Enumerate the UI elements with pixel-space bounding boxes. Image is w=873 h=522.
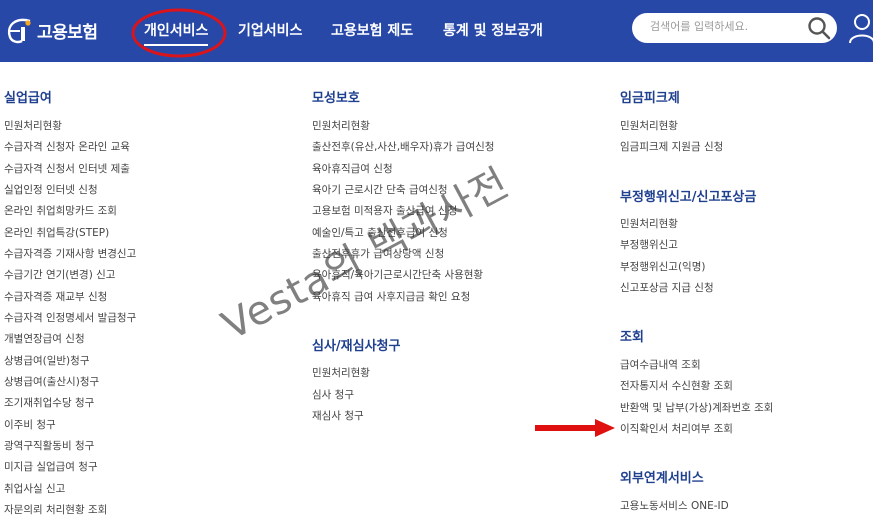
menu-link[interactable]: 예술인/특고 출산전후급여 신청 — [312, 225, 448, 240]
menu-link[interactable]: 고용노동서비스 ONE-ID — [620, 498, 729, 513]
menu-link[interactable]: 자문의뢰 처리현황 조회 — [4, 502, 107, 517]
logo[interactable]: 고용보험 — [4, 12, 98, 48]
section-title-external[interactable]: 외부연계서비스 — [620, 467, 704, 486]
menu-link[interactable]: 수급자격 신청서 인터넷 제출 — [4, 161, 130, 176]
menu-link[interactable]: 민원처리현황 — [312, 118, 370, 133]
search-input[interactable] — [650, 20, 800, 33]
menu-link[interactable]: 신고포상금 지급 신청 — [620, 280, 714, 295]
menu-link[interactable]: 출산전후휴가 급여상당액 신청 — [312, 246, 444, 261]
menu-link[interactable]: 심사 청구 — [312, 387, 354, 402]
menu-link[interactable]: 육아휴직급여 신청 — [312, 161, 393, 176]
menu-link[interactable]: 상병급여(출산시)청구 — [4, 374, 99, 389]
menu-link[interactable]: 수급자격증 기재사항 변경신고 — [4, 246, 136, 261]
menu-link[interactable]: 온라인 취업특강(STEP) — [4, 225, 109, 240]
menu-link[interactable]: 민원처리현황 — [312, 365, 370, 380]
nav-insurance-system[interactable]: 고용보험 제도 — [331, 20, 413, 40]
section-title-inquiry[interactable]: 조회 — [620, 326, 644, 345]
menu-link[interactable]: 육아휴직/육아기근로시간단축 사용현황 — [312, 267, 483, 282]
menu-link[interactable]: 반환액 및 납부(가상)계좌번호 조회 — [620, 400, 773, 415]
menu-link[interactable]: 온라인 취업희망카드 조회 — [4, 203, 117, 218]
section-title-appeal[interactable]: 심사/재심사청구 — [312, 335, 400, 354]
section-title-wage-peak[interactable]: 임금피크제 — [620, 87, 680, 106]
menu-link[interactable]: 급여수급내역 조회 — [620, 357, 701, 372]
menu-link[interactable]: 전자통지서 수신현황 조회 — [620, 378, 733, 393]
top-header: 고용보험 개인서비스 기업서비스 고용보험 제도 통계 및 정보공개 — [0, 0, 873, 62]
menu-link[interactable]: 민원처리현황 — [4, 118, 62, 133]
menu-link[interactable]: 임금피크제 지원금 신청 — [620, 139, 723, 154]
search-icon[interactable] — [806, 15, 832, 41]
menu-link[interactable]: 미지급 실업급여 청구 — [4, 459, 98, 474]
menu-link[interactable]: 개별연장급여 신청 — [4, 331, 85, 346]
section-title-fraud-report[interactable]: 부정행위신고/신고포상금 — [620, 186, 756, 205]
red-highlight-ellipse — [131, 8, 227, 58]
ei-logo-icon — [4, 15, 34, 45]
menu-link[interactable]: 조기재취업수당 청구 — [4, 395, 94, 410]
menu-link[interactable]: 광역구직활동비 청구 — [4, 438, 94, 453]
menu-link[interactable]: 민원처리현황 — [620, 216, 678, 231]
menu-link[interactable]: 부정행위신고 — [620, 237, 678, 252]
nav-statistics[interactable]: 통계 및 정보공개 — [443, 20, 543, 40]
menu-link[interactable]: 민원처리현황 — [620, 118, 678, 133]
menu-link[interactable]: 수급자격증 재교부 신청 — [4, 289, 107, 304]
menu-link[interactable]: 실업인정 인터넷 신청 — [4, 182, 98, 197]
menu-link[interactable]: 상병급여(일반)청구 — [4, 353, 89, 368]
menu-link[interactable]: 육아기 근로시간 단축 급여신청 — [312, 182, 448, 197]
menu-link[interactable]: 취업사실 신고 — [4, 481, 65, 496]
user-icon[interactable] — [848, 12, 873, 44]
menu-link[interactable]: 육아휴직 급여 사후지급금 확인 요청 — [312, 289, 470, 304]
menu-link[interactable]: 부정행위신고(익명) — [620, 259, 705, 274]
section-title-maternity[interactable]: 모성보호 — [312, 87, 360, 106]
menu-link[interactable]: 수급자격 인정명세서 발급청구 — [4, 310, 136, 325]
menu-link[interactable]: 이주비 청구 — [4, 417, 56, 432]
menu-link[interactable]: 출산전후(유산,사산,배우자)휴가 급여신청 — [312, 139, 494, 154]
logo-text: 고용보험 — [37, 22, 98, 43]
menu-link-highlighted[interactable]: 이직확인서 처리여부 조회 — [620, 421, 733, 436]
menu-link[interactable]: 수급자격 신청자 온라인 교육 — [4, 139, 130, 154]
menu-link[interactable]: 수급기간 연기(변경) 신고 — [4, 267, 115, 282]
red-arrow-icon — [535, 419, 615, 437]
nav-business-services[interactable]: 기업서비스 — [238, 20, 302, 40]
section-title-unemployment[interactable]: 실업급여 — [4, 87, 52, 106]
menu-link[interactable]: 고용보험 미적용자 출산급여 신청 — [312, 203, 457, 218]
menu-link[interactable]: 재심사 청구 — [312, 408, 364, 423]
